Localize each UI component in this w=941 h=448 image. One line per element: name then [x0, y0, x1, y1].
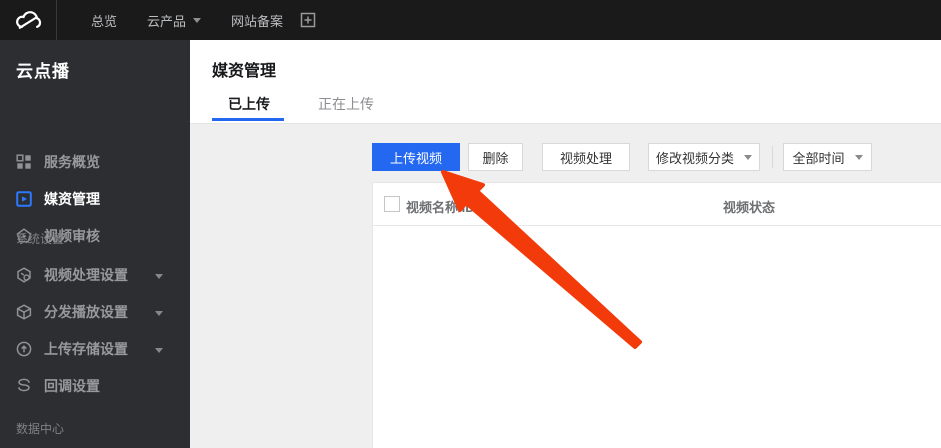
add-service-button[interactable] — [300, 12, 316, 28]
chevron-down-icon — [155, 348, 163, 353]
tencent-cloud-logo[interactable] — [0, 0, 57, 40]
sidebar-item-label: 服务概览 — [44, 153, 100, 170]
sidebar: 云点播 服务概览 媒资管理 视频审核 系统设置 视频处理设置 分发播放设置 上传… — [0, 40, 190, 448]
page-title: 媒资管理 — [212, 63, 277, 80]
plus-square-icon — [300, 12, 316, 28]
button-label: 修改视频分类 — [655, 150, 734, 166]
sidebar-item-label: 媒资管理 — [44, 190, 100, 207]
sidebar-item-distribution-settings[interactable]: 分发播放设置 — [0, 293, 190, 330]
tab-uploading[interactable]: 正在上传 — [318, 94, 374, 114]
select-all-checkbox[interactable] — [384, 196, 400, 212]
time-filter-dropdown[interactable]: 全部时间 — [783, 143, 872, 171]
button-label: 全部时间 — [792, 150, 845, 166]
sidebar-item-video-process-settings[interactable]: 视频处理设置 — [0, 256, 190, 293]
distribution-cube-icon — [16, 303, 32, 320]
column-header-video-status: 视频状态 — [723, 200, 776, 215]
nav-label: 总览 — [91, 13, 118, 29]
callback-icon — [18, 378, 30, 391]
upload-video-button[interactable]: 上传视频 — [372, 143, 460, 171]
active-tab-indicator — [212, 118, 284, 121]
button-label: 上传视频 — [389, 150, 442, 166]
upload-storage-icon — [16, 341, 32, 356]
vod-console-page: 总览 云产品 网站备案 云点播 服务概览 媒资管理 视频审核 系统设置 视频处理… — [0, 0, 941, 448]
modify-category-dropdown[interactable]: 修改视频分类 — [648, 143, 760, 171]
content-area: 上传视频 删除 视频处理 修改视频分类 全部时间 视频名称/ID 视频状态 — [190, 124, 941, 448]
sidebar-item-upload-storage-settings[interactable]: 上传存储设置 — [0, 330, 190, 367]
cloud-logo-icon — [16, 11, 42, 29]
sidebar-item-label: 回调设置 — [44, 377, 100, 394]
sidebar-item-label: 上传存储设置 — [44, 340, 128, 357]
chevron-down-icon — [155, 311, 163, 316]
sidebar-section-system-settings: 系统设置 — [16, 232, 65, 246]
chevron-down-icon — [155, 274, 163, 279]
nav-item-cloud-products[interactable]: 云产品 — [132, 0, 216, 40]
nav-item-overview[interactable]: 总览 — [76, 0, 132, 40]
dashboard-grid-icon — [16, 153, 31, 169]
chevron-down-icon — [193, 17, 202, 23]
sidebar-item-callback-settings[interactable]: 回调设置 — [0, 367, 190, 404]
chevron-down-icon — [744, 154, 752, 160]
sidebar-item-label: 视频处理设置 — [44, 266, 128, 283]
media-play-icon — [16, 190, 32, 207]
nav-label: 网站备案 — [231, 13, 284, 29]
video-process-icon — [17, 266, 31, 283]
video-table: 视频名称/ID 视频状态 — [372, 182, 941, 448]
sidebar-item-media-management[interactable]: 媒资管理 — [0, 180, 190, 217]
toolbar-divider — [772, 146, 773, 168]
video-process-button[interactable]: 视频处理 — [542, 143, 630, 171]
topbar-nav: 总览 云产品 网站备案 — [57, 0, 316, 40]
nav-item-website-icp[interactable]: 网站备案 — [216, 0, 298, 40]
nav-label: 云产品 — [147, 13, 187, 29]
topbar: 总览 云产品 网站备案 — [0, 0, 941, 40]
column-header-video-name: 视频名称/ID — [406, 200, 475, 215]
sidebar-product-title: 云点播 — [16, 62, 70, 81]
button-label: 视频处理 — [559, 150, 612, 166]
chevron-down-icon — [854, 154, 863, 160]
sidebar-section-data-center: 数据中心 — [16, 422, 65, 436]
delete-button[interactable]: 删除 — [468, 143, 523, 171]
tab-uploaded[interactable]: 已上传 — [228, 94, 270, 114]
main-header: 媒资管理 已上传 正在上传 — [190, 40, 941, 124]
sidebar-item-service-overview[interactable]: 服务概览 — [0, 143, 190, 180]
sidebar-item-label: 分发播放设置 — [44, 303, 128, 320]
button-label: 删除 — [482, 150, 509, 166]
table-header-row: 视频名称/ID 视频状态 — [373, 183, 941, 226]
